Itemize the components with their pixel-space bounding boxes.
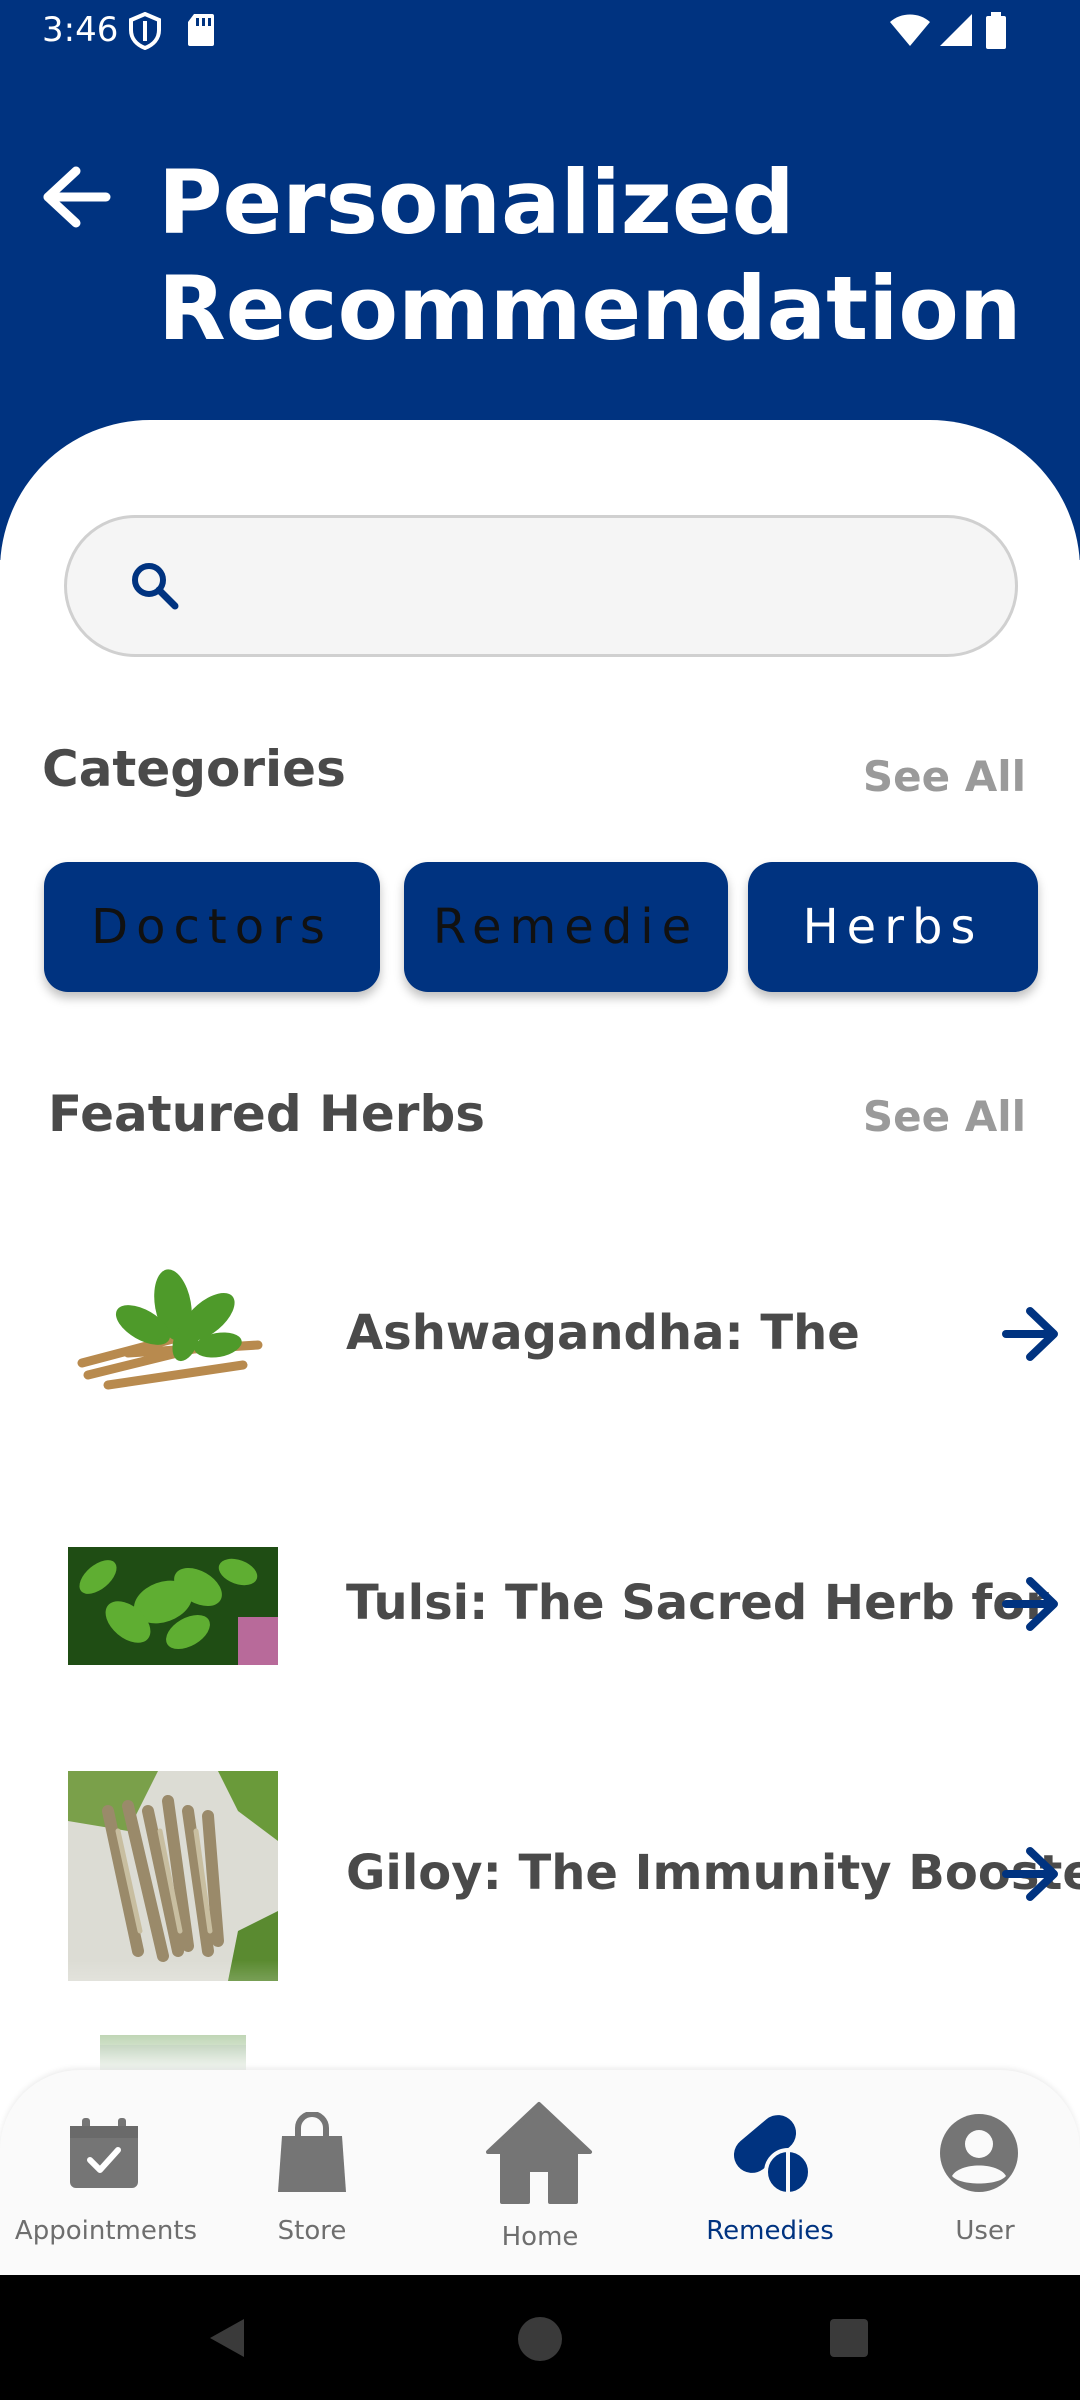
- system-back-icon[interactable]: [204, 2315, 250, 2361]
- giloy-image: [68, 1771, 278, 1981]
- scroll-fade: [0, 1960, 1080, 2070]
- shopping-bag-icon: [278, 2112, 346, 2192]
- category-chip-herbs[interactable]: Herbs: [748, 862, 1038, 992]
- ashwagandha-image: [68, 1225, 278, 1435]
- status-bar: 3:46: [0, 0, 1080, 64]
- home-icon: [486, 2102, 592, 2204]
- wifi-icon: [888, 12, 932, 48]
- herb-title: Ashwagandha: The: [346, 1305, 860, 1361]
- herb-list-item-giloy[interactable]: Giloy: The Immunity Booster: [0, 1765, 1080, 1985]
- system-home-icon[interactable]: [516, 2315, 564, 2363]
- categories-title: Categories: [42, 740, 346, 798]
- categories-see-all-link[interactable]: See All: [863, 752, 1026, 801]
- signal-icon: [938, 12, 974, 48]
- screen: 3:46 Personalized Recommendation Categor…: [0, 0, 1080, 2400]
- featured-see-all-link[interactable]: See All: [863, 1092, 1026, 1141]
- nav-item-appointments[interactable]: Appointments: [0, 2070, 210, 2275]
- page-title: Personalized Recommendation: [158, 150, 1038, 362]
- tulsi-image: [68, 1547, 278, 1665]
- back-button[interactable]: [40, 165, 120, 235]
- page-title-line-1: Personalized: [158, 151, 795, 254]
- system-recents-icon[interactable]: [828, 2317, 870, 2359]
- nav-item-home[interactable]: Home: [430, 2070, 650, 2275]
- arrow-right-icon[interactable]: [1000, 1307, 1060, 1365]
- status-time: 3:46: [42, 10, 119, 50]
- calendar-check-icon: [70, 2118, 138, 2188]
- page-title-line-2: Recommendation: [158, 257, 1022, 360]
- nav-label: Remedies: [706, 2216, 834, 2246]
- category-chip-remedies[interactable]: Remedie: [404, 862, 728, 992]
- arrow-right-icon[interactable]: [1000, 1847, 1060, 1905]
- system-navigation-bar: [0, 2275, 1080, 2400]
- herb-title: Giloy: The Immunity Booster: [346, 1845, 1080, 1901]
- category-chip-label: Remedie: [432, 899, 700, 955]
- herb-list-item-tulsi[interactable]: Tulsi: The Sacred Herb for: [0, 1495, 1080, 1715]
- nav-label: Store: [277, 2216, 347, 2246]
- arrow-back-icon: [43, 166, 111, 228]
- category-chip-label: Herbs: [802, 899, 984, 955]
- arrow-right-icon[interactable]: [1000, 1577, 1060, 1635]
- pills-icon: [733, 2115, 812, 2196]
- herb-title: Tulsi: The Sacred Herb for: [346, 1575, 1049, 1631]
- category-chip-label: Doctors: [91, 899, 333, 955]
- sd-card-icon: [186, 12, 216, 48]
- nav-item-store[interactable]: Store: [220, 2070, 410, 2275]
- search-input[interactable]: [64, 515, 1018, 657]
- nav-label: Appointments: [14, 2216, 198, 2246]
- category-chip-doctors[interactable]: Doctors: [44, 862, 380, 992]
- battery-icon: [984, 12, 1008, 50]
- search-icon: [132, 563, 179, 610]
- shield-icon: [128, 12, 162, 50]
- nav-label: Home: [501, 2222, 579, 2252]
- nav-label: User: [955, 2216, 1015, 2246]
- account-circle-icon: [940, 2114, 1018, 2192]
- nav-item-remedies[interactable]: Remedies: [660, 2070, 880, 2275]
- bottom-navigation: Appointments Store Home Remedies User: [0, 2070, 1080, 2275]
- featured-herbs-title: Featured Herbs: [48, 1085, 486, 1143]
- herb-list-item-ashwagandha[interactable]: Ashwagandha: The: [0, 1225, 1080, 1445]
- nav-item-user[interactable]: User: [890, 2070, 1080, 2275]
